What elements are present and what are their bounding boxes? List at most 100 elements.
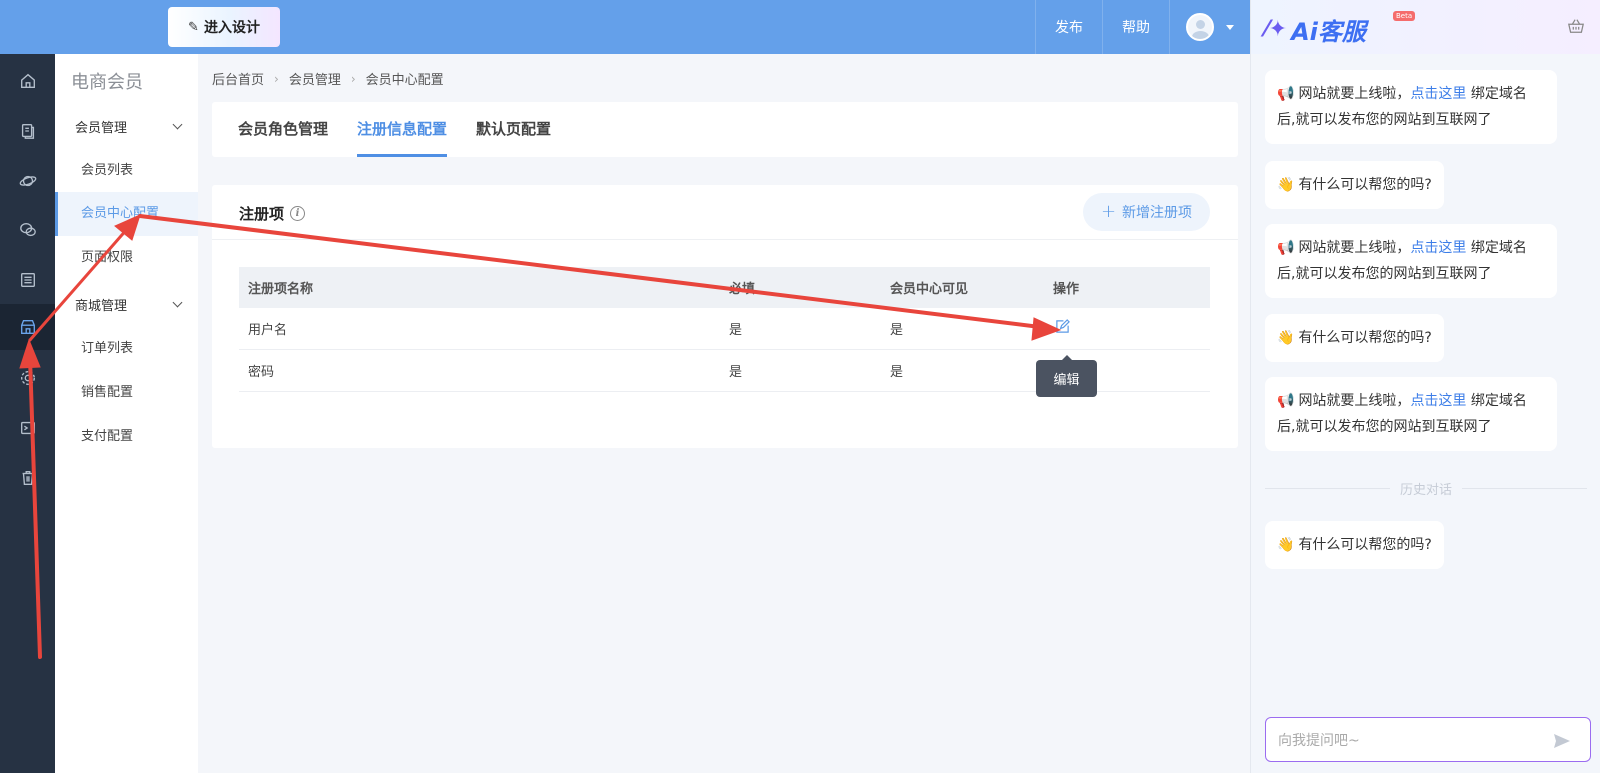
chevron-down-icon — [172, 119, 183, 130]
send-icon[interactable] — [1552, 731, 1572, 755]
sidebar-item-member-center[interactable]: 会员中心配置 — [55, 192, 198, 236]
history-label: 历史对话 — [1400, 482, 1453, 498]
ai-message-help: 👋 有什么可以帮您的吗? — [1265, 521, 1444, 569]
ai-logo: ⁄✦ Ai客服 Beta — [1265, 11, 1416, 47]
megaphone-icon: 📢 — [1277, 86, 1295, 102]
col-header-action: 操作 — [1053, 282, 1080, 297]
sidebar-group-label: 会员管理 — [75, 121, 128, 136]
help-button[interactable]: 帮助 — [1102, 0, 1169, 54]
col-header-visible: 会员中心可见 — [890, 282, 969, 297]
chevron-right-icon: › — [350, 71, 356, 86]
cell-required: 是 — [729, 365, 743, 380]
table-header: 注册项名称 必填 会员中心可见 操作 — [239, 267, 1210, 308]
sidebar-title: 电商会员 — [71, 72, 143, 93]
edit-tooltip: 编辑 — [1036, 355, 1097, 397]
wave-hand-icon: 👋 — [1277, 330, 1295, 346]
beta-badge: Beta — [1393, 11, 1416, 21]
ai-assistant-panel: ⁄✦ Ai客服 Beta 📢 网站就要上线啦，点击这里 绑定域名后,就可以发布您的… — [1250, 0, 1600, 773]
enter-design-label: 进入设计 — [203, 20, 260, 36]
ai-message-help: 👋 有什么可以帮您的吗? — [1265, 314, 1444, 362]
tab-member-role[interactable]: 会员角色管理 — [238, 102, 328, 157]
magic-wand-icon: ⁄✦ — [1265, 17, 1288, 42]
pen-icon: ✎ — [188, 19, 199, 35]
shop-icon[interactable] — [0, 304, 55, 350]
chevron-down-icon — [1226, 24, 1234, 30]
enter-design-button[interactable]: ✎ 进入设计 — [168, 7, 280, 47]
edit-icon[interactable] — [1055, 319, 1070, 334]
tabs-bar: 会员角色管理 注册信息配置 默认页配置 — [212, 102, 1238, 157]
pages-icon[interactable] — [0, 108, 55, 154]
cell-name: 密码 — [248, 365, 275, 380]
sidebar-group-member[interactable]: 会员管理 — [75, 117, 185, 136]
plus-icon: + — [1100, 200, 1117, 222]
click-here-link[interactable]: 点击这里 — [1410, 393, 1466, 409]
secondary-sidebar: 电商会员 会员管理 会员列表 会员中心配置 页面权限 商城管理 订单列表 销售配… — [55, 54, 198, 773]
cell-action — [1053, 319, 1210, 338]
ai-header: ⁄✦ Ai客服 Beta — [1251, 0, 1600, 54]
breadcrumb-home[interactable]: 后台首页 — [212, 69, 264, 88]
message-text: 有什么可以帮您的吗? — [1298, 330, 1432, 346]
ai-message-online: 📢 网站就要上线啦，点击这里 绑定域名后,就可以发布您的网站到互联网了 — [1265, 377, 1557, 451]
list-icon[interactable] — [0, 257, 55, 303]
add-button-label: 新增注册项 — [1122, 205, 1193, 221]
sidebar-item-order-list[interactable]: 订单列表 — [55, 327, 198, 371]
history-divider: 历史对话 — [1265, 478, 1588, 498]
ai-message-help: 👋 有什么可以帮您的吗? — [1265, 161, 1444, 209]
gear-icon[interactable] — [0, 355, 55, 401]
megaphone-icon: 📢 — [1277, 393, 1295, 409]
card-title-text: 注册项 — [239, 205, 285, 223]
trash-icon[interactable] — [0, 455, 55, 501]
sidebar-item-sales-config[interactable]: 销售配置 — [55, 371, 198, 415]
planet-icon[interactable] — [0, 158, 55, 204]
input-placeholder: 向我提问吧~ — [1278, 732, 1360, 749]
breadcrumb-member[interactable]: 会员管理 — [289, 69, 341, 88]
add-register-item-button[interactable]: + 新增注册项 — [1083, 193, 1210, 231]
wechat-icon[interactable] — [0, 207, 55, 253]
basket-icon[interactable] — [1567, 17, 1585, 39]
message-text: 有什么可以帮您的吗? — [1298, 537, 1432, 553]
wave-hand-icon: 👋 — [1277, 537, 1295, 553]
chevron-down-icon — [172, 297, 183, 308]
card-title: 注册项 i — [239, 203, 306, 224]
cell-required: 是 — [729, 323, 743, 338]
message-text: 网站就要上线啦， — [1298, 393, 1411, 409]
info-icon[interactable]: i — [290, 206, 306, 221]
icon-rail — [0, 54, 55, 773]
card-header: 注册项 i + 新增注册项 — [212, 185, 1238, 240]
divider-line — [1462, 487, 1588, 489]
message-text: 网站就要上线啦， — [1298, 240, 1411, 256]
top-header: ✎ 进入设计 发布 帮助 — [0, 0, 1250, 54]
megaphone-icon: 📢 — [1277, 240, 1295, 256]
home-icon[interactable] — [0, 58, 55, 104]
col-header-required: 必填 — [729, 282, 756, 297]
terminal-icon[interactable] — [0, 405, 55, 451]
table-row: 用户名 是 是 — [239, 308, 1210, 350]
sidebar-item-payment-config[interactable]: 支付配置 — [55, 415, 198, 459]
avatar — [1186, 13, 1214, 41]
user-menu[interactable] — [1169, 0, 1250, 54]
col-header-name: 注册项名称 — [248, 282, 314, 297]
ai-title: Ai客服 — [1291, 18, 1366, 46]
message-text: 网站就要上线啦， — [1298, 86, 1411, 102]
message-text: 有什么可以帮您的吗? — [1298, 177, 1432, 193]
cell-name: 用户名 — [248, 323, 288, 338]
breadcrumb: 后台首页 › 会员管理 › 会员中心配置 — [212, 69, 444, 89]
sidebar-group-label: 商城管理 — [75, 299, 128, 314]
publish-button[interactable]: 发布 — [1035, 0, 1102, 54]
breadcrumb-current: 会员中心配置 — [365, 73, 444, 88]
chevron-right-icon: › — [274, 71, 279, 86]
ai-message-online: 📢 网站就要上线啦，点击这里 绑定域名后,就可以发布您的网站到互联网了 — [1265, 224, 1557, 298]
sidebar-item-page-permission[interactable]: 页面权限 — [55, 236, 198, 280]
click-here-link[interactable]: 点击这里 — [1410, 86, 1466, 102]
cell-visible: 是 — [890, 323, 904, 338]
register-items-card: 注册项 i + 新增注册项 注册项名称 必填 会员中心可见 操作 用户名 是 是… — [212, 185, 1238, 448]
divider-line — [1265, 487, 1390, 489]
ai-question-input[interactable]: 向我提问吧~ — [1265, 717, 1591, 762]
sidebar-group-shop[interactable]: 商城管理 — [75, 295, 185, 314]
ai-message-online: 📢 网站就要上线啦，点击这里 绑定域名后,就可以发布您的网站到互联网了 — [1265, 70, 1557, 144]
click-here-link[interactable]: 点击这里 — [1410, 240, 1466, 256]
cell-visible: 是 — [890, 365, 904, 380]
tab-default-page[interactable]: 默认页配置 — [476, 102, 551, 157]
sidebar-item-member-list[interactable]: 会员列表 — [55, 149, 198, 193]
tab-register-info[interactable]: 注册信息配置 — [357, 102, 448, 157]
